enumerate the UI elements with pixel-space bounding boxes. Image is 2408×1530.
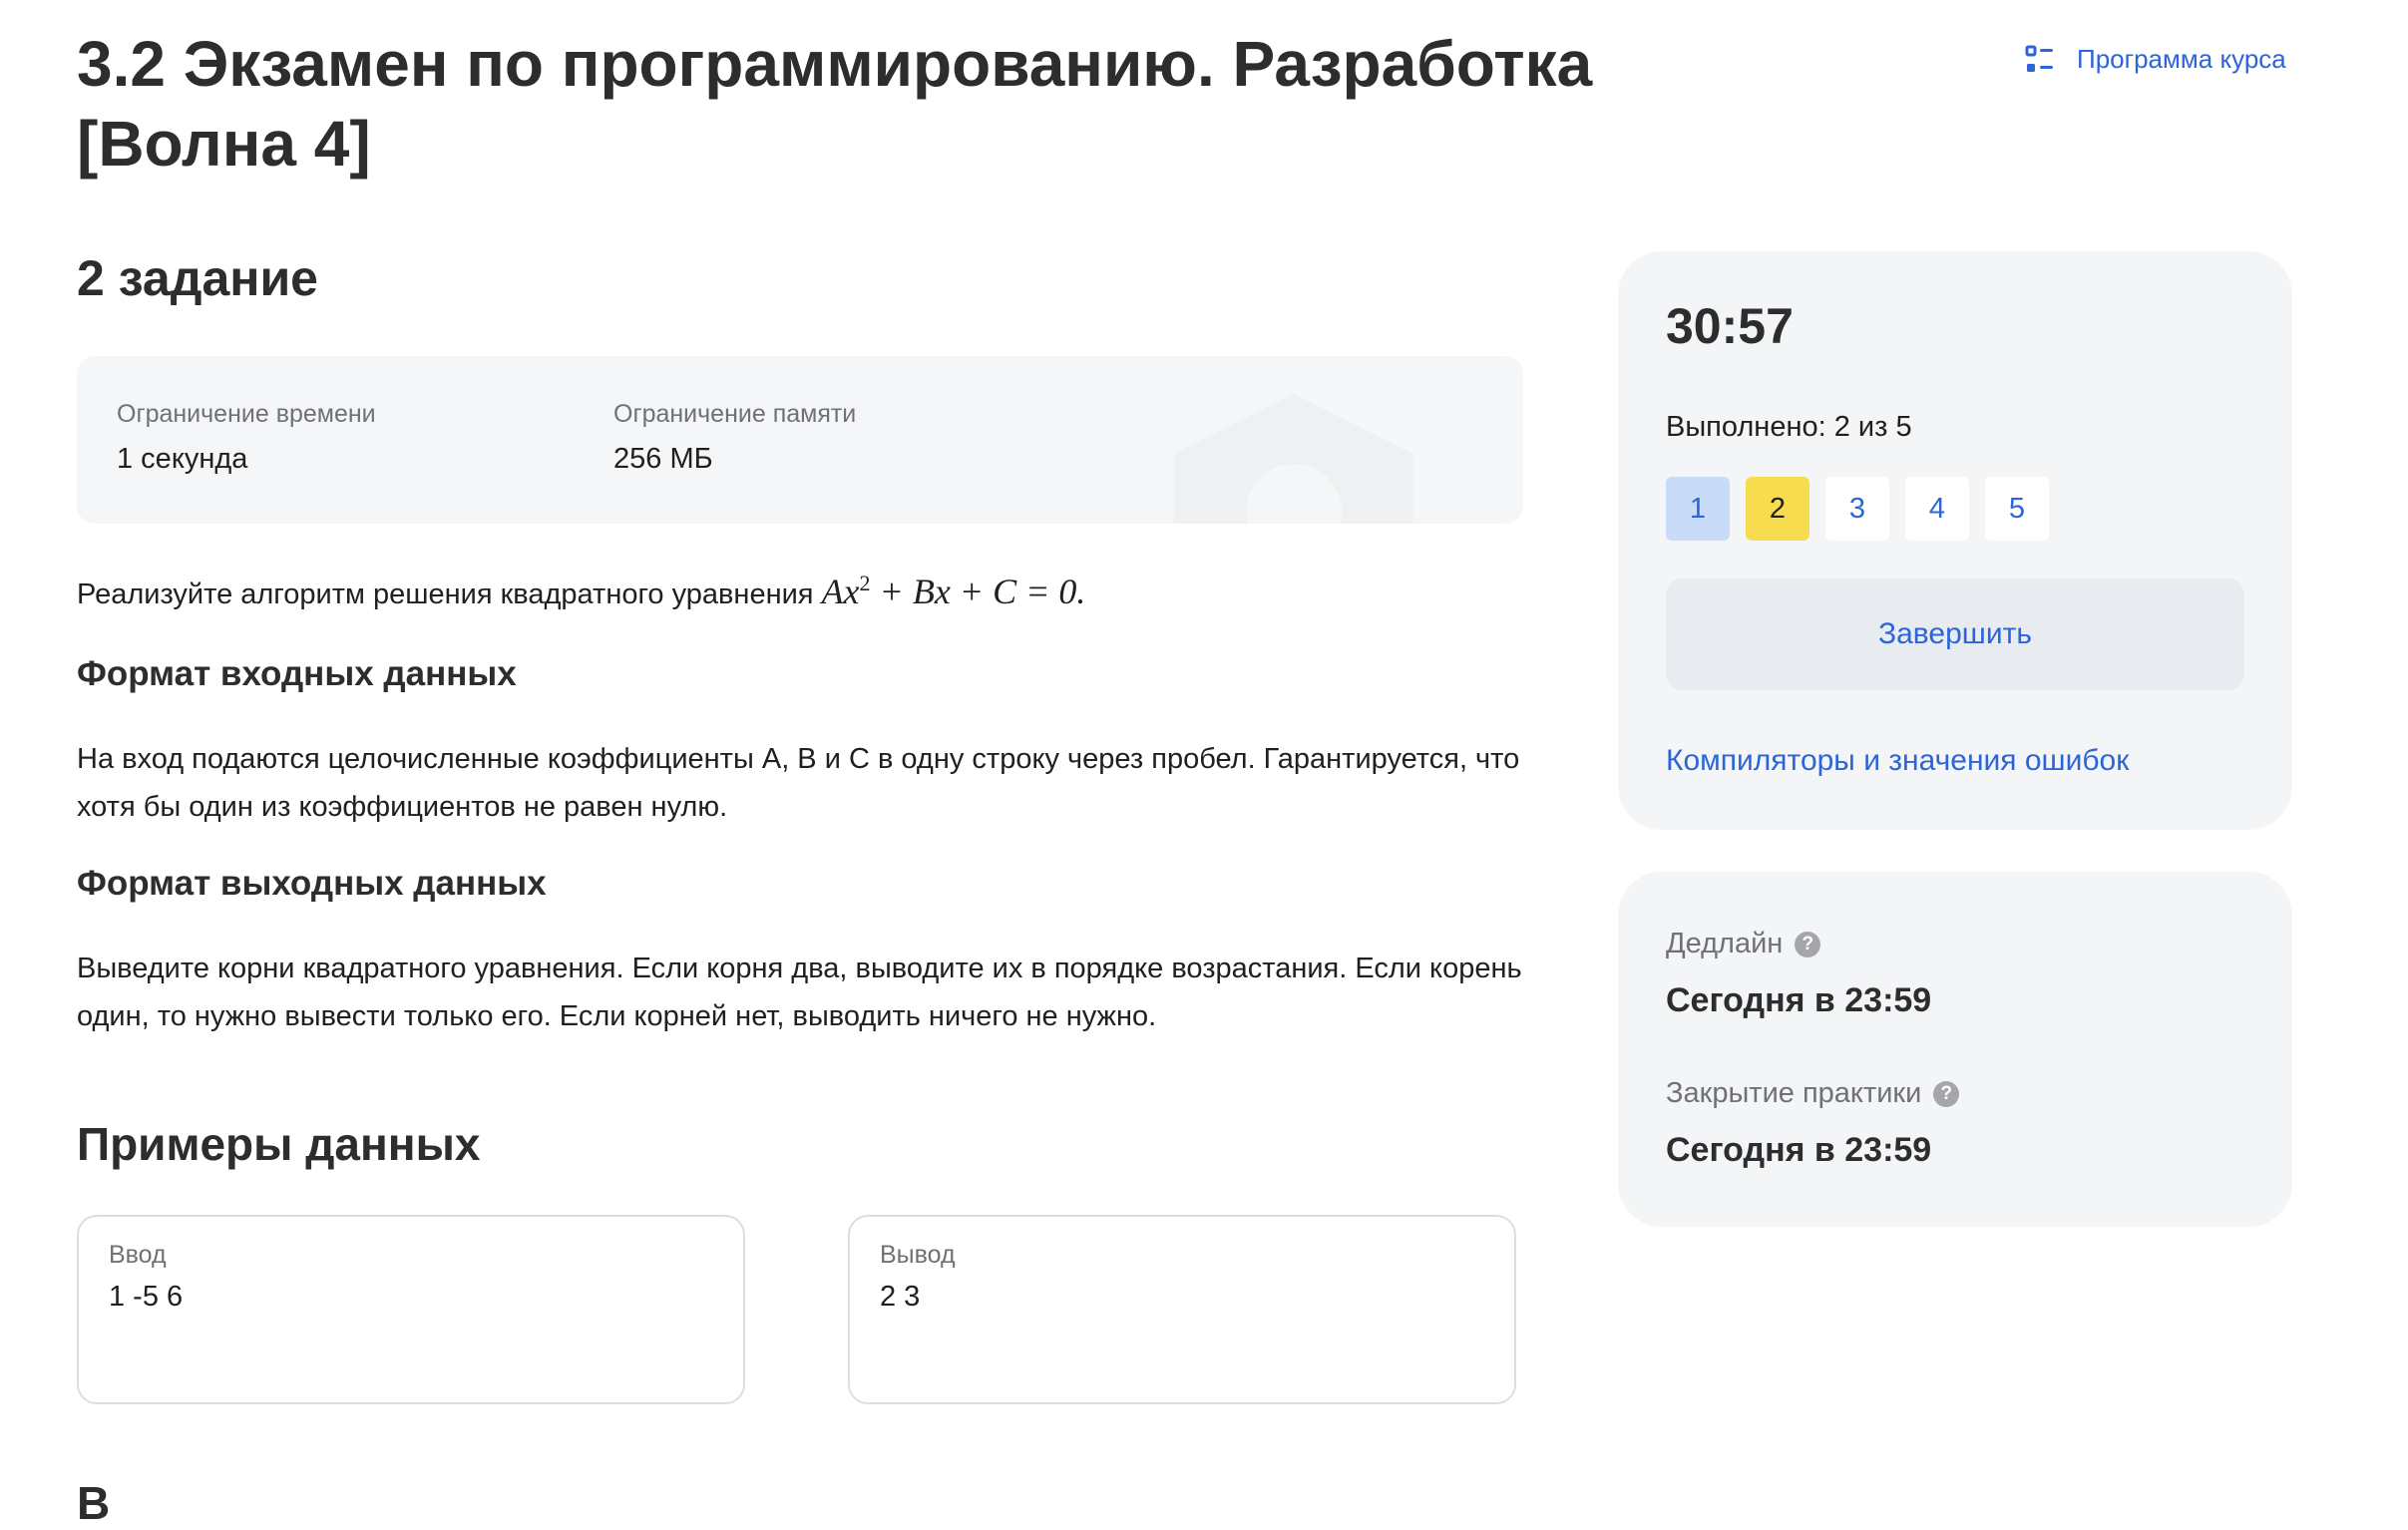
equation-rest: + Bx + C = 0. bbox=[870, 572, 1086, 611]
input-format-text: На вход подаются целочисленные коэффицие… bbox=[77, 743, 1520, 823]
timer-card: 30:57 Выполнено: 2 из 5 1 2 3 4 5 Заверш… bbox=[1618, 251, 2292, 830]
task-button-5[interactable]: 5 bbox=[1985, 477, 2049, 541]
list-icon bbox=[2025, 45, 2053, 72]
memory-limit: Ограничение памяти 256 МБ bbox=[613, 400, 856, 476]
task-button-1[interactable]: 1 bbox=[1666, 477, 1730, 541]
memory-limit-value: 256 МБ bbox=[613, 443, 713, 475]
limits-panel: Ограничение времени 1 секунда Ограничени… bbox=[77, 356, 1523, 524]
compilers-link[interactable]: Компиляторы и значения ошибок bbox=[1666, 744, 2129, 778]
equation-term-a: Ax bbox=[821, 572, 860, 611]
closing-label: Закрытие практики bbox=[1666, 1077, 1922, 1109]
statement-text: Реализуйте алгоритм решения квадратного … bbox=[77, 578, 814, 610]
page-title: 3.2 Экзамен по программированию. Разрабо… bbox=[77, 28, 1593, 180]
closing-value: Сегодня в 23:59 bbox=[1666, 1131, 1932, 1169]
example-input-box[interactable]: Ввод 1 -5 6 bbox=[77, 1215, 745, 1404]
time-limit-label: Ограничение времени bbox=[117, 400, 376, 428]
example-output-value: 2 3 bbox=[880, 1281, 921, 1313]
output-format-heading: Формат выходных данных bbox=[77, 864, 547, 903]
timer: 30:57 bbox=[1666, 298, 1794, 354]
progress-text: Выполнено: 2 из 5 bbox=[1666, 411, 1912, 443]
finish-button[interactable]: Завершить bbox=[1666, 578, 2244, 690]
house-decoration-icon bbox=[1174, 394, 1413, 524]
memory-limit-label: Ограничение памяти bbox=[613, 400, 857, 428]
course-program-label: Программа курса bbox=[2077, 44, 2286, 74]
equation-exponent: 2 bbox=[859, 571, 871, 595]
time-limit: Ограничение времени 1 секунда bbox=[117, 400, 376, 476]
deadline-value: Сегодня в 23:59 bbox=[1666, 981, 1932, 1019]
task-navigation: 1 2 3 4 5 bbox=[1666, 477, 2049, 541]
deadline-card: Дедлайн ? Сегодня в 23:59 Закрытие практ… bbox=[1618, 872, 2292, 1227]
example-input-label: Ввод bbox=[109, 1241, 167, 1269]
next-section-heading: В bbox=[77, 1477, 111, 1529]
closing-label-row: Закрытие практики ? bbox=[1666, 1077, 1960, 1110]
question-circle-icon[interactable]: ? bbox=[1795, 931, 1821, 957]
task-button-2[interactable]: 2 bbox=[1746, 477, 1809, 541]
examples-heading: Примеры данных bbox=[77, 1118, 481, 1170]
task-button-4[interactable]: 4 bbox=[1905, 477, 1969, 541]
time-limit-value: 1 секунда bbox=[117, 443, 248, 475]
input-format-heading: Формат входных данных bbox=[77, 654, 517, 693]
equation: Ax2 + Bx + C = 0. bbox=[821, 571, 1086, 611]
task-button-3[interactable]: 3 bbox=[1825, 477, 1889, 541]
task-statement: Реализуйте алгоритм решения квадратного … bbox=[77, 571, 1085, 612]
example-output-label: Вывод bbox=[880, 1241, 956, 1269]
deadline-label-row: Дедлайн ? bbox=[1666, 928, 1821, 960]
example-input-value: 1 -5 6 bbox=[109, 1281, 184, 1313]
question-circle-icon[interactable]: ? bbox=[1933, 1080, 1960, 1107]
output-format-text: Выведите корни квадратного уравнения. Ес… bbox=[77, 953, 1522, 1032]
deadline-label: Дедлайн bbox=[1666, 928, 1784, 959]
task-title: 2 задание bbox=[77, 250, 318, 306]
example-output-box[interactable]: Вывод 2 3 bbox=[848, 1215, 1516, 1404]
course-program-link[interactable]: Программа курса bbox=[2025, 44, 2286, 75]
